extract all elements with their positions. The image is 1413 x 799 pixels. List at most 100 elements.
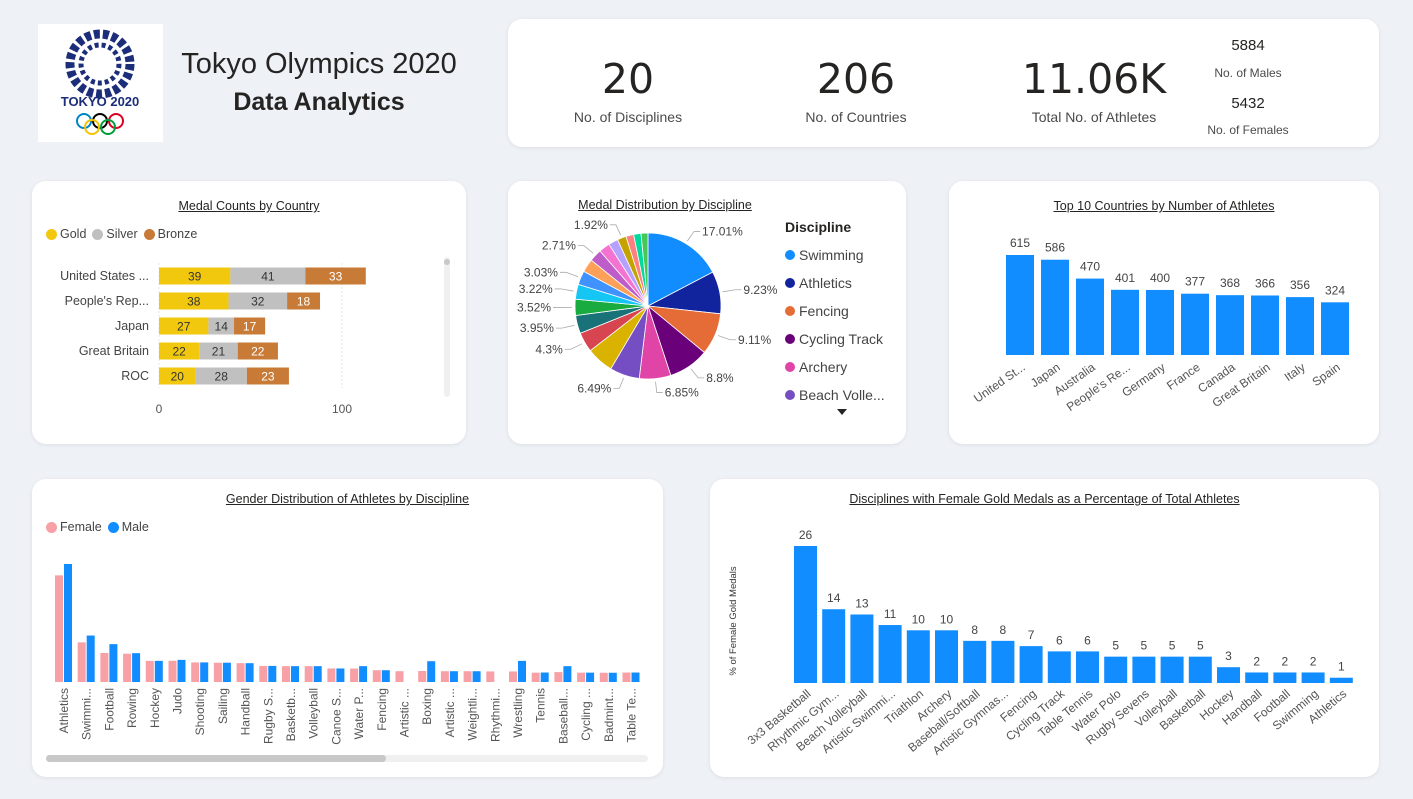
- pie-data-label: 6.85%: [665, 386, 699, 400]
- female-gold-bar: [1019, 646, 1043, 683]
- medal-chart-scroll-thumb[interactable]: [444, 259, 450, 265]
- kpi-card: 20 No. of Disciplines 206 No. of Countri…: [508, 19, 1379, 147]
- female-gold-bar: [906, 630, 930, 683]
- gender-bar-female: [622, 672, 631, 682]
- top10-countries-card[interactable]: Top 10 Countries by Number of Athletes 6…: [949, 181, 1379, 444]
- medal-country-label: Japan: [115, 319, 149, 333]
- gender-bar-male: [86, 635, 95, 682]
- legend-dot-icon: [785, 362, 795, 372]
- gender-category-label: Table Te...: [625, 688, 639, 742]
- pie-leader-line: [555, 324, 575, 329]
- pie-legend-item[interactable]: Archery: [785, 353, 905, 381]
- medal-counts-card[interactable]: Medal Counts by Country Gold Silver Bron…: [32, 181, 466, 444]
- female-gold-bar: [1076, 651, 1099, 683]
- top10-bar: [1181, 293, 1209, 355]
- kpi-males-label: No. of Males: [1214, 66, 1282, 80]
- pie-legend-label: Archery: [799, 359, 848, 375]
- gender-category-label: Fencing: [375, 688, 389, 731]
- female-gold-data-label: 11: [884, 607, 897, 621]
- gender-bar-female: [259, 665, 268, 682]
- pie-legend-label: Fencing: [799, 303, 849, 319]
- pie-legend-item[interactable]: Beach Volle...: [785, 381, 905, 409]
- gender-bar-female: [395, 671, 404, 682]
- gender-bar-male: [608, 672, 617, 682]
- female-gold-bar: [1217, 667, 1240, 683]
- gender-category-label: Rugby S...: [261, 688, 275, 744]
- medal-data-label: 39: [188, 270, 202, 284]
- top10-bar: [1006, 255, 1034, 355]
- legend-dot-icon: [785, 334, 795, 344]
- female-gold-data-label: 2: [1253, 654, 1260, 668]
- female-gold-bar: [822, 609, 846, 683]
- gender-category-label: Canoe S...: [329, 688, 343, 745]
- gender-bar-female: [55, 575, 63, 682]
- top10-category-label: United St...: [971, 360, 1028, 406]
- tokyo-2020-emblem-icon: TOKYO 2020: [61, 29, 139, 135]
- female-gold-card[interactable]: Disciplines with Female Gold Medals as a…: [710, 479, 1379, 777]
- pie-legend-item[interactable]: Fencing: [785, 297, 905, 325]
- medal-data-label: 21: [212, 345, 226, 359]
- gender-category-label: Badmint...: [602, 688, 616, 742]
- gender-category-label: Artistic ...: [398, 688, 412, 737]
- medal-distribution-card[interactable]: Medal Distribution by Discipline 17.01% 9…: [508, 181, 906, 444]
- top10-bar: [1321, 302, 1349, 355]
- medal-country-label: ROC: [121, 369, 149, 383]
- gender-bar-female: [168, 660, 177, 682]
- pie-data-label: 3.22%: [519, 282, 553, 296]
- medal-data-label: 38: [187, 295, 201, 309]
- pie-legend-item[interactable]: Cycling Track: [785, 325, 905, 353]
- kpi-females-label: No. of Females: [1207, 123, 1289, 137]
- top10-bar: [1041, 259, 1069, 355]
- medal-data-label: 20: [171, 370, 185, 384]
- medal-data-label: 28: [215, 370, 229, 384]
- pie-legend[interactable]: Swimming Athletics Fencing Cycling Track Arc…: [785, 241, 905, 409]
- top10-data-label: 366: [1255, 276, 1275, 290]
- female-gold-bar: [1104, 656, 1128, 683]
- gender-bar-male: [472, 671, 481, 682]
- top10-category-label: Spain: [1310, 360, 1343, 389]
- medal-data-label: 41: [261, 270, 275, 284]
- legend-scroll-down-icon[interactable]: [837, 409, 847, 415]
- medal-data-label: 33: [329, 270, 343, 284]
- female-gold-data-label: 5: [1197, 639, 1204, 653]
- gender-category-label: Handball: [239, 688, 253, 735]
- pie-legend-item[interactable]: Athletics: [785, 269, 905, 297]
- medal-country-label: Great Britain: [79, 344, 149, 358]
- female-gold-y-axis-label: % of Female Gold Medals: [728, 566, 739, 676]
- medal-data-label: 32: [251, 295, 265, 309]
- gender-chart-scrollbar[interactable]: [46, 755, 648, 762]
- female-gold-data-label: 5: [1112, 639, 1119, 653]
- gender-bar-male: [109, 644, 118, 682]
- gender-bar-male: [586, 672, 595, 682]
- female-gold-data-label: 10: [940, 612, 954, 626]
- pie-legend-label: Athletics: [799, 275, 852, 291]
- gender-category-label: Baseball...: [556, 688, 570, 744]
- tokyo-2020-logo: TOKYO 2020: [38, 24, 163, 142]
- gender-chart-scroll-thumb[interactable]: [46, 755, 386, 762]
- pie-leader-line: [554, 288, 574, 292]
- female-gold-bar: [1273, 672, 1297, 683]
- top10-data-label: 368: [1220, 276, 1240, 290]
- medal-data-label: 22: [251, 345, 265, 359]
- pie-data-label: 3.03%: [524, 265, 558, 279]
- medal-chart-scrollbar[interactable]: [444, 257, 450, 397]
- top10-bar: [1146, 289, 1174, 355]
- gender-bar-female: [599, 672, 608, 682]
- kpi-disciplines-value: 20: [601, 55, 655, 103]
- pie-leader-line: [717, 335, 737, 341]
- gender-bar-male: [268, 665, 277, 682]
- gender-bar-male: [200, 662, 209, 682]
- pie-data-label: 9.23%: [743, 283, 777, 297]
- top10-bar: [1111, 289, 1139, 355]
- female-gold-bar: [1245, 672, 1269, 683]
- gender-bar-female: [77, 642, 86, 682]
- gender-bar-male: [222, 662, 231, 682]
- gender-category-label: Athletics: [57, 688, 71, 733]
- pie-legend-label: Beach Volle...: [799, 387, 885, 403]
- gender-category-label: Boxing: [420, 688, 434, 725]
- top10-data-label: 470: [1080, 260, 1100, 274]
- pie-legend-item[interactable]: Swimming: [785, 241, 905, 269]
- female-gold-bar: [1301, 672, 1325, 683]
- pie-data-label: 3.95%: [520, 321, 554, 335]
- gender-distribution-card[interactable]: Gender Distribution of Athletes by Disci…: [32, 479, 663, 777]
